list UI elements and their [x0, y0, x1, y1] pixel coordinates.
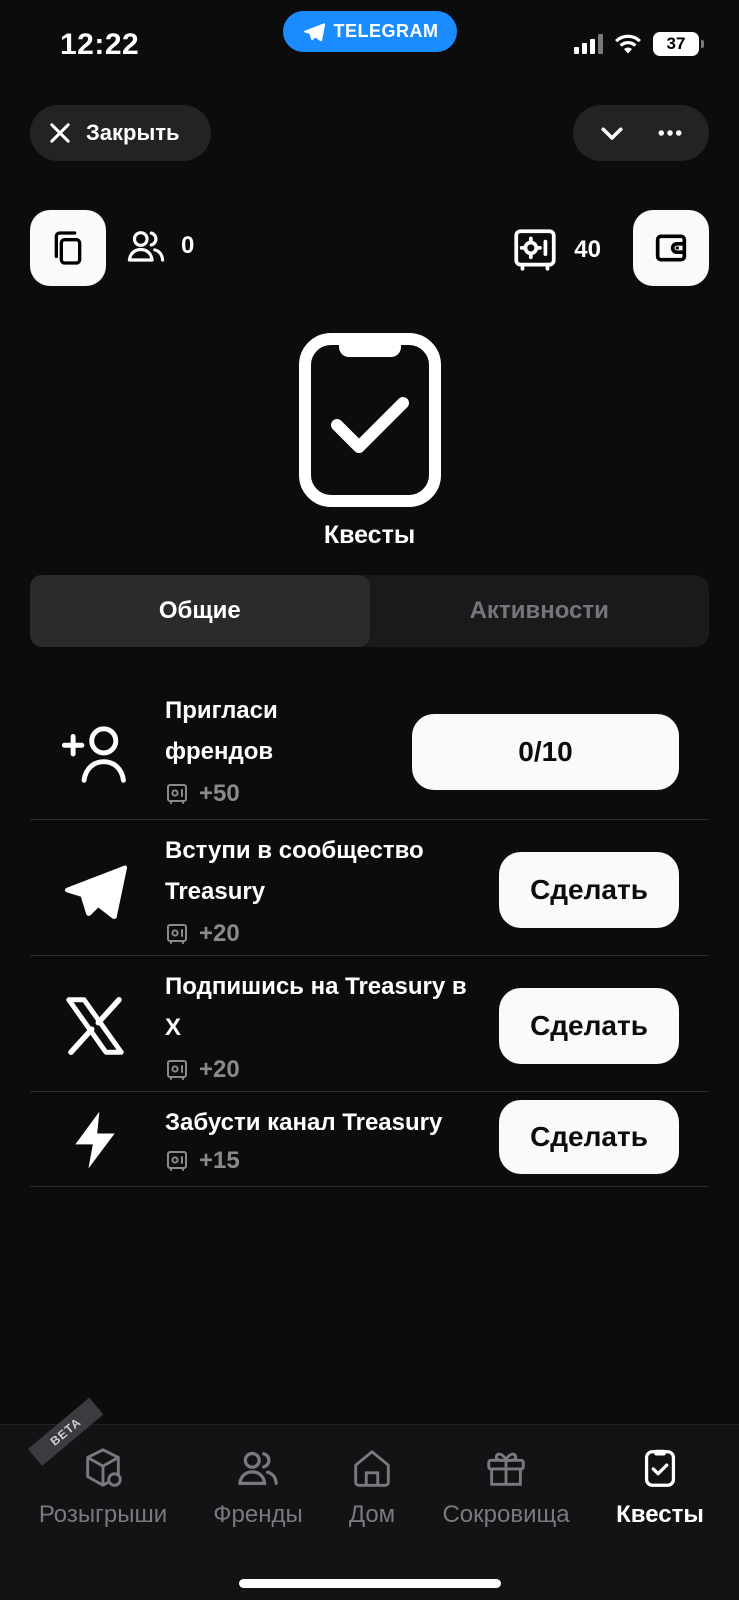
- quest-title: Пригласи френдов: [165, 697, 278, 765]
- clipboard-check-icon: [644, 1449, 676, 1487]
- status-time: 12:22: [60, 28, 140, 61]
- quest-reward: +15: [165, 1147, 485, 1175]
- nav-item-treasures[interactable]: Сокровища: [433, 1445, 579, 1529]
- friends-counter: 0: [125, 225, 194, 267]
- balance-value: 40: [574, 236, 601, 263]
- quest-progress-button[interactable]: 0/10: [412, 714, 679, 790]
- close-icon: [50, 123, 70, 143]
- x-logo-icon: [66, 997, 124, 1055]
- nav-label: Дом: [348, 1501, 396, 1528]
- quest-reward-value: +20: [199, 920, 240, 947]
- status-icons: 37: [574, 32, 704, 56]
- safe-icon: [167, 924, 187, 944]
- nav-label: Розыгрыши: [38, 1501, 168, 1528]
- signal-icon: [574, 34, 603, 54]
- friends-count: 0: [181, 232, 195, 259]
- friends-icon: [127, 231, 165, 262]
- wallet-icon: [655, 234, 687, 262]
- quest-icon: [55, 714, 135, 794]
- nav-item-home[interactable]: Дом: [335, 1445, 409, 1529]
- status-bar: 12:22 TELEGRAM 37: [0, 0, 739, 90]
- quest-item-boost: Забусти канал Treasury +15 Сделать: [30, 1092, 709, 1187]
- quest-item-community: Вступи в сообщество Treasury +20 Сделать: [30, 820, 709, 956]
- menu-controls: [573, 105, 709, 161]
- copy-icon: [54, 231, 82, 265]
- quest-reward-value: +50: [199, 780, 240, 807]
- friends-icon: [238, 1451, 278, 1485]
- home-icon: [354, 1450, 390, 1487]
- gift-icon: [487, 1452, 525, 1486]
- quest-reward-value: +20: [199, 1056, 240, 1083]
- do-button[interactable]: Сделать: [499, 1100, 679, 1174]
- close-label: Закрыть: [86, 120, 180, 145]
- quest-text: Вступи в сообщество Treasury +20: [165, 830, 485, 948]
- quest-icon: [55, 1100, 135, 1180]
- quest-icon: [55, 850, 135, 930]
- tab-general[interactable]: Общие: [30, 575, 370, 647]
- balance-counter: 40: [510, 225, 601, 275]
- quest-text: Подпишись на Treasury в X +20: [165, 966, 485, 1084]
- quest-icon: [55, 986, 135, 1066]
- quest-title: Забусти канал Treasury: [165, 1109, 443, 1136]
- bottom-nav: Розыгрыши BETA Френды Дом Сокровища Квес…: [0, 1397, 739, 1600]
- nav-item-quests[interactable]: Квесты: [611, 1445, 709, 1529]
- home-indicator: [239, 1579, 501, 1588]
- nav-label: Квесты: [616, 1501, 704, 1528]
- quest-item-invite: Пригласи френдов +50 0/10: [30, 680, 709, 820]
- quest-text: Забусти канал Treasury +15: [165, 1102, 485, 1175]
- close-button[interactable]: Закрыть: [30, 105, 211, 161]
- quest-reward: +20: [165, 920, 485, 948]
- lightning-icon: [75, 1111, 115, 1169]
- copy-button[interactable]: [30, 210, 106, 286]
- nav-label: Френды: [213, 1501, 303, 1528]
- telegram-badge[interactable]: TELEGRAM: [283, 11, 457, 52]
- tab-bar: Общие Активности: [30, 575, 709, 647]
- quest-reward-value: +15: [199, 1147, 240, 1174]
- wifi-icon: [615, 34, 641, 54]
- do-button[interactable]: Сделать: [499, 988, 679, 1064]
- safe-icon: [167, 784, 187, 804]
- add-user-icon: [61, 726, 126, 783]
- safe-icon: [167, 1151, 187, 1171]
- tab-activities[interactable]: Активности: [370, 575, 710, 647]
- safe-icon: [514, 229, 556, 271]
- quest-reward: +20: [165, 1056, 485, 1084]
- box-icon: [86, 1448, 122, 1487]
- nav-label: Сокровища: [442, 1501, 570, 1528]
- telegram-icon: [303, 22, 325, 41]
- telegram-badge-label: TELEGRAM: [333, 21, 439, 41]
- chevron-down-icon[interactable]: [597, 118, 627, 148]
- safe-icon: [167, 1060, 187, 1080]
- page-title: Квесты: [323, 521, 416, 549]
- quest-title: Вступи в сообщество Treasury: [165, 837, 424, 905]
- more-icon[interactable]: [655, 118, 685, 148]
- quest-title: Подпишись на Treasury в X: [165, 973, 467, 1041]
- do-button[interactable]: Сделать: [499, 852, 679, 928]
- nav-item-friends[interactable]: Френды: [205, 1445, 311, 1529]
- wallet-button[interactable]: [633, 210, 709, 286]
- telegram-icon: [64, 865, 128, 919]
- quest-item-x: Подпишись на Treasury в X +20 Сделать: [30, 956, 709, 1092]
- quest-list: Пригласи френдов +50 0/10 Вступи в сообще…: [30, 680, 709, 1187]
- battery-icon: 37: [653, 32, 704, 56]
- clipboard-check-icon: [299, 333, 441, 507]
